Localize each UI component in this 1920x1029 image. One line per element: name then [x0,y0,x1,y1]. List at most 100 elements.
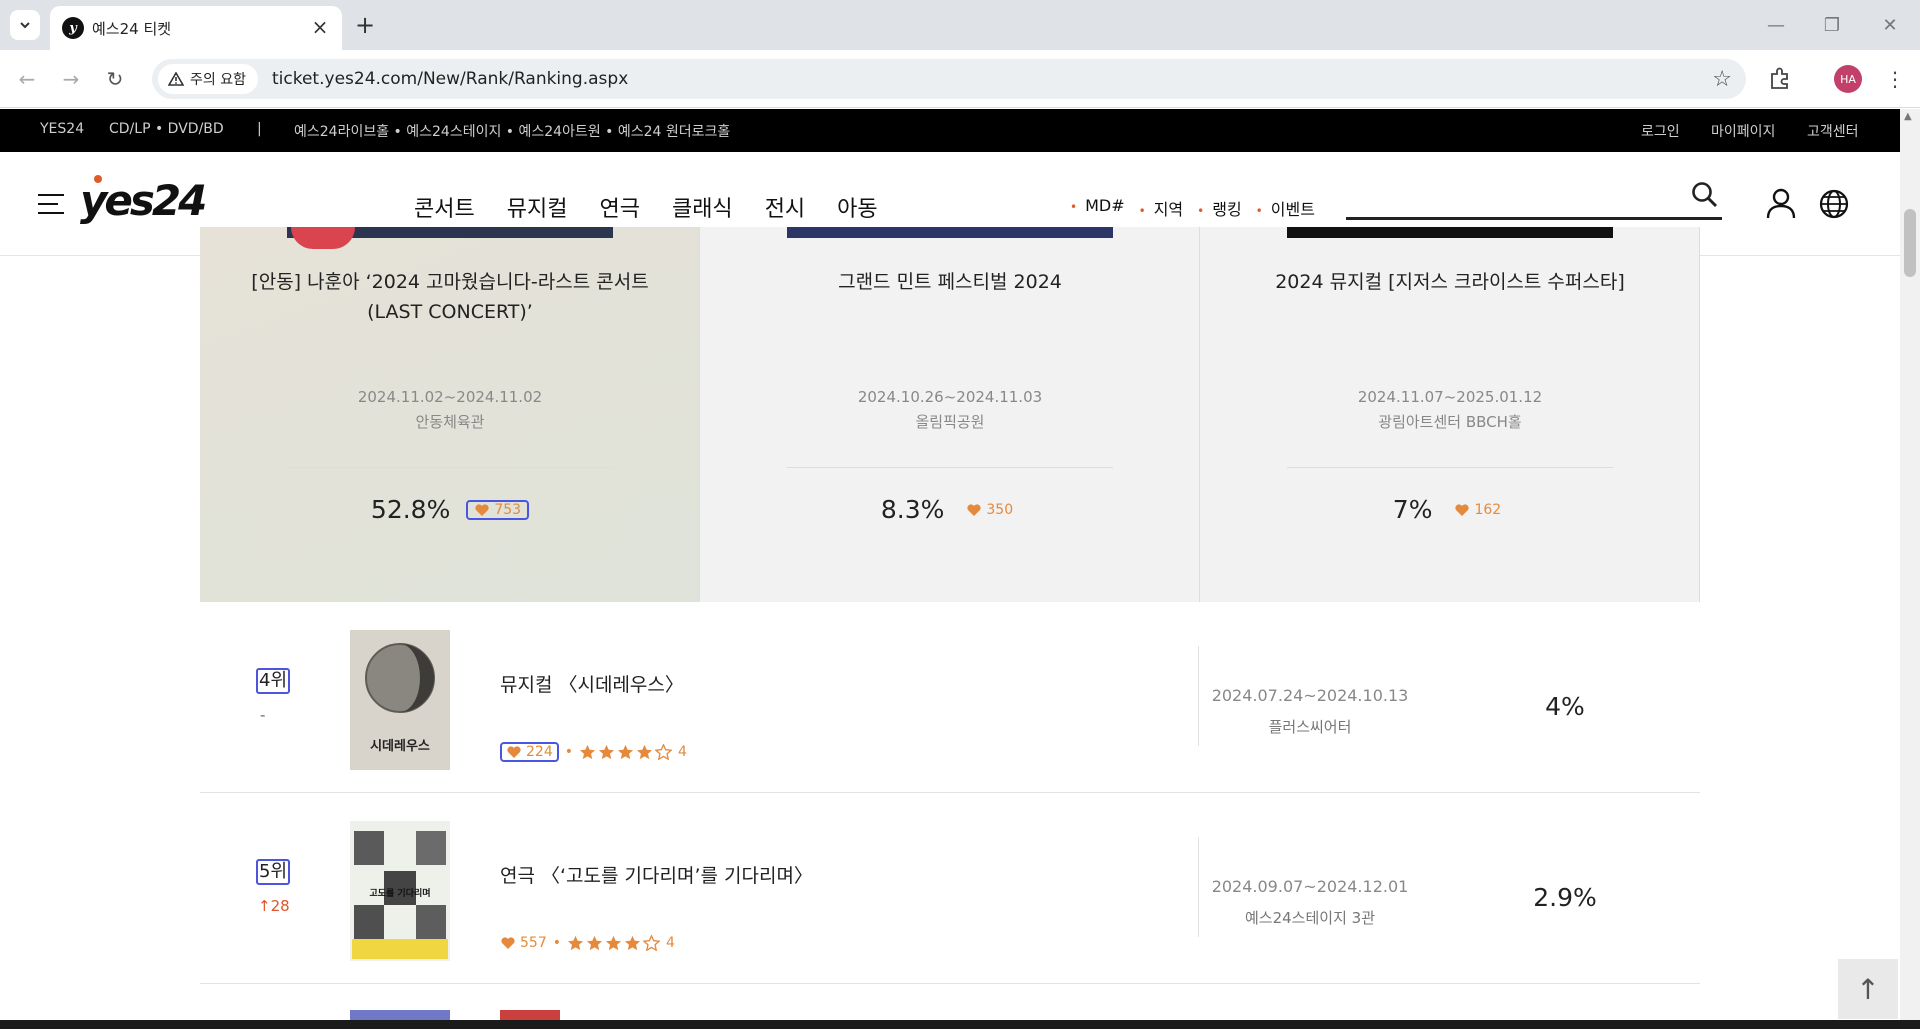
rank-badge [291,227,355,249]
bottom-edge-bar [0,1020,1920,1029]
card-title[interactable]: 그랜드 민트 페스티벌 2024 [740,267,1160,297]
support-link[interactable]: 고객센터 [1807,121,1859,141]
search-input[interactable] [1346,176,1722,220]
yes24-logo[interactable]: yes24 [80,176,207,225]
yes24-link[interactable]: YES24 [40,121,84,137]
star-filled-icon [598,744,615,760]
venue-links[interactable]: 예스24라이브홀 • 예스24스테이지 • 예스24아트원 • 예스24 원더로… [294,121,730,141]
card-divider [1287,467,1613,468]
show-title[interactable]: 연극 〈‘고도를 기다리며’를 기다리며〉 [500,861,813,888]
star-filled-icon [579,744,596,760]
like-button[interactable]: 350 [960,500,1019,520]
subnav-event[interactable]: 이벤트 [1256,196,1315,220]
nav-exhibition[interactable]: 전시 [765,191,805,223]
page-scrollbar[interactable]: ▲ [1900,109,1920,1020]
card-poster[interactable] [787,227,1113,238]
card-venue: 광림아트센터 BBCH홀 [1378,413,1522,431]
booking-rate: 2.9% [1533,883,1597,912]
ranking-list: 4위 - 시데레우스 뮤지컬 〈시데레우스〉 224 • 4 2024.07.2… [200,602,1700,984]
show-poster[interactable]: 고도를 기다리며 [350,821,450,961]
like-button[interactable]: 224 [500,742,559,762]
like-button[interactable]: 557 [500,933,547,953]
heart-icon [507,746,521,758]
card-dates: 2024.11.02~2024.11.02 [357,388,543,406]
scrollbar-thumb[interactable] [1904,209,1916,277]
login-link[interactable]: 로그인 [1641,121,1680,141]
card-title[interactable]: 2024 뮤지컬 [지저스 크라이스트 수퍼스타] [1240,267,1660,297]
subnav-ranking[interactable]: 랭킹 [1197,196,1241,220]
row-divider [1198,646,1199,746]
rank-number: 4위 [256,668,291,694]
ranking-row[interactable]: 5위 ↑28 고도를 기다리며 연극 〈‘고도를 기다리며’를 기다리며〉 55… [200,793,1700,984]
nav-musical[interactable]: 뮤지컬 [507,191,568,223]
subnav-region[interactable]: 지역 [1139,196,1183,220]
nav-kids[interactable]: 아동 [837,191,877,223]
close-window-icon[interactable]: ✕ [1868,8,1912,42]
browser-tab-strip: y 예스24 티켓 × + — ❐ ✕ [0,0,1920,50]
logo-accent-dot [94,175,102,183]
chevron-down-icon [20,22,30,29]
like-button[interactable]: 162 [1448,500,1507,520]
hamburger-menu-icon[interactable] [38,194,64,214]
back-to-top-button[interactable]: ↑ [1838,959,1898,1019]
new-tab-button[interactable]: + [350,10,380,40]
card-dates: 2024.10.26~2024.11.03 [857,388,1043,406]
card-divider [787,467,1113,468]
profile-avatar[interactable]: HA [1834,65,1862,93]
ranking-row[interactable]: 4위 - 시데레우스 뮤지컬 〈시데레우스〉 224 • 4 2024.07.2… [200,602,1700,793]
back-arrow-icon[interactable]: ← [12,64,42,94]
close-tab-icon[interactable]: × [308,15,332,39]
show-meta: 557 • 4 [500,933,675,953]
subnav-md[interactable]: MD# [1070,196,1125,220]
star-rating [567,935,660,951]
security-label: 주의 요함 [190,72,246,88]
globe-icon[interactable] [1818,188,1850,220]
poster-title-text: 고도를 기다리며 [369,887,430,899]
ranking-card-1[interactable]: [안동] 나훈아 ‘2024 고마웠습니다-라스트 콘서트(LAST CONCE… [200,227,700,602]
ranking-card-3[interactable]: 2024 뮤지컬 [지저스 크라이스트 수퍼스타] 2024.11.07~202… [1200,227,1700,602]
scroll-up-arrow-icon[interactable]: ▲ [1904,111,1912,122]
minimize-window-icon[interactable]: — [1754,8,1798,42]
top-utility-strip: YES24 CD/LP • DVD/BD | 예스24라이브홀 • 예스24스테… [0,109,1900,152]
nav-play[interactable]: 연극 [599,191,639,223]
card-stats: 8.3% 350 [700,495,1200,524]
reload-icon[interactable]: ↻ [100,64,130,94]
browser-tab-active[interactable]: y 예스24 티켓 × [50,6,342,50]
security-warning-chip[interactable]: 주의 요함 [158,64,258,94]
show-title[interactable]: 뮤지컬 〈시데레우스〉 [500,670,684,697]
like-count: 753 [494,501,522,518]
next-row-poster[interactable] [350,1010,450,1020]
restore-window-icon[interactable]: ❐ [1810,8,1854,42]
address-bar[interactable]: 주의 요함 ticket.yes24.com/New/Rank/Ranking.… [152,59,1746,99]
search-icon[interactable] [1690,180,1720,210]
like-count: 162 [1474,501,1502,518]
nav-classic[interactable]: 클래식 [672,191,733,223]
card-venue: 안동체육관 [415,413,485,431]
forward-arrow-icon[interactable]: → [56,64,86,94]
tab-search-button[interactable] [10,10,40,40]
mypage-link[interactable]: 마이페이지 [1711,121,1775,141]
nav-concert[interactable]: 콘서트 [414,191,475,223]
extensions-puzzle-icon[interactable] [1766,65,1794,93]
browser-menu-icon[interactable]: ⋮ [1880,64,1910,94]
card-stats: 52.8% 753 [200,495,700,524]
card-stats: 7% 162 [1200,495,1700,524]
page-viewport: YES24 CD/LP • DVD/BD | 예스24라이브홀 • 예스24스테… [0,109,1920,1029]
meta-separator: • [552,935,561,951]
user-icon[interactable] [1766,188,1796,220]
card-poster[interactable] [1287,227,1613,238]
show-dates: 2024.07.24~2024.10.13 [1211,686,1409,705]
card-title[interactable]: [안동] 나훈아 ‘2024 고마웠습니다-라스트 콘서트(LAST CONCE… [240,267,660,327]
sub-nav: MD# 지역 랭킹 이벤트 [1070,196,1329,220]
ranking-card-2[interactable]: 그랜드 민트 페스티벌 2024 2024.10.26~2024.11.03 올… [700,227,1200,602]
heart-icon [967,503,981,516]
card-venue: 올림픽공원 [915,413,985,431]
cdlp-link[interactable]: CD/LP • DVD/BD [109,121,224,137]
star-filled-icon [624,935,641,951]
like-count: 350 [986,501,1014,518]
like-button[interactable]: 753 [466,499,530,520]
bookmark-star-icon[interactable]: ☆ [1712,67,1732,92]
show-poster[interactable]: 시데레우스 [350,630,450,770]
card-divider [287,467,613,468]
rating-score: 4 [678,744,687,760]
